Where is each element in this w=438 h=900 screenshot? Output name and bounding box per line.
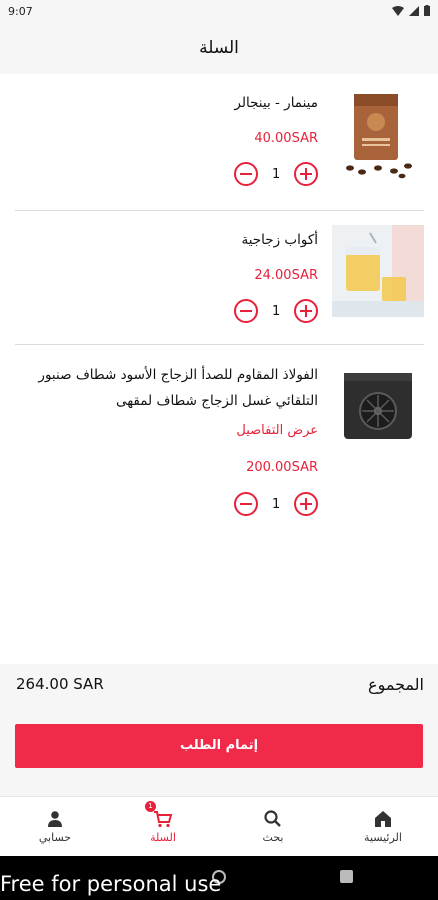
battery-icon (424, 5, 430, 16)
status-icons (392, 5, 430, 16)
total-row: المجموع 264.00 SAR (0, 664, 438, 708)
watermark: Free for personal use (0, 872, 222, 896)
item-price: 40.00SAR (254, 131, 318, 146)
cart-badge: 1 (145, 801, 156, 812)
item-name: أكواب زجاجية (241, 232, 318, 248)
nav-cart-label: السلة (150, 831, 176, 844)
cart-icon (154, 811, 173, 828)
quantity-value: 1 (272, 496, 281, 512)
increase-quantity-button[interactable] (294, 162, 318, 186)
glass-rinser-image[interactable] (332, 359, 424, 451)
item-name: الفولاذ المقاوم للصدأ الزجاج الأسود شطاف… (38, 367, 318, 409)
glass-cups-image[interactable] (332, 225, 424, 317)
cart-item[interactable]: أكواب زجاجية 24.00SAR 1 (15, 211, 424, 343)
nav-search-label: بحث (262, 831, 284, 844)
app-bar: السلة (0, 24, 438, 74)
status-bar: 9:07 (0, 0, 438, 24)
quantity-stepper[interactable]: 1 (234, 161, 318, 187)
wifi-icon (392, 5, 404, 16)
view-details-link[interactable]: عرض التفاصيل (236, 423, 318, 438)
search-icon (264, 810, 281, 827)
nav-cart[interactable]: 1 السلة (108, 797, 218, 857)
item-name: مينمار - بينجالر (234, 95, 318, 111)
total-label: المجموع (368, 675, 424, 694)
quantity-value: 1 (272, 166, 281, 182)
nav-account-label: حسابي (38, 831, 72, 844)
signal-icon (409, 5, 419, 16)
item-price: 200.00SAR (246, 460, 318, 475)
item-price: 24.00SAR (254, 268, 318, 283)
status-time: 9:07 (8, 5, 33, 18)
nav-search[interactable]: بحث (218, 797, 328, 857)
nav-home[interactable]: الرئيسية (328, 797, 438, 857)
cart-item[interactable]: مينمار - بينجالر 40.00SAR 1 (15, 74, 424, 210)
nav-account[interactable]: حسابي (0, 797, 110, 857)
coffee-bag-image[interactable] (332, 88, 424, 180)
increase-quantity-button[interactable] (294, 299, 318, 323)
system-recents-icon[interactable] (340, 870, 353, 883)
increase-quantity-button[interactable] (294, 492, 318, 516)
cart-list[interactable]: مينمار - بينجالر 40.00SAR 1 أكواب زجاجية… (0, 74, 438, 664)
checkout-button[interactable]: إتمام الطلب (15, 724, 423, 768)
page-title: السلة (199, 38, 239, 58)
decrease-quantity-button[interactable] (234, 492, 258, 516)
total-value: 264.00 SAR (16, 675, 104, 693)
person-icon (48, 811, 62, 827)
quantity-stepper[interactable]: 1 (234, 298, 318, 324)
bottom-nav: الرئيسية بحث 1 السلة حسابي (0, 796, 438, 856)
home-icon (375, 811, 391, 827)
cart-item[interactable]: الفولاذ المقاوم للصدأ الزجاج الأسود شطاف… (15, 345, 424, 525)
decrease-quantity-button[interactable] (234, 162, 258, 186)
quantity-stepper[interactable]: 1 (234, 491, 318, 517)
nav-home-label: الرئيسية (364, 831, 402, 844)
quantity-value: 1 (272, 303, 281, 319)
spacer (0, 768, 438, 796)
decrease-quantity-button[interactable] (234, 299, 258, 323)
